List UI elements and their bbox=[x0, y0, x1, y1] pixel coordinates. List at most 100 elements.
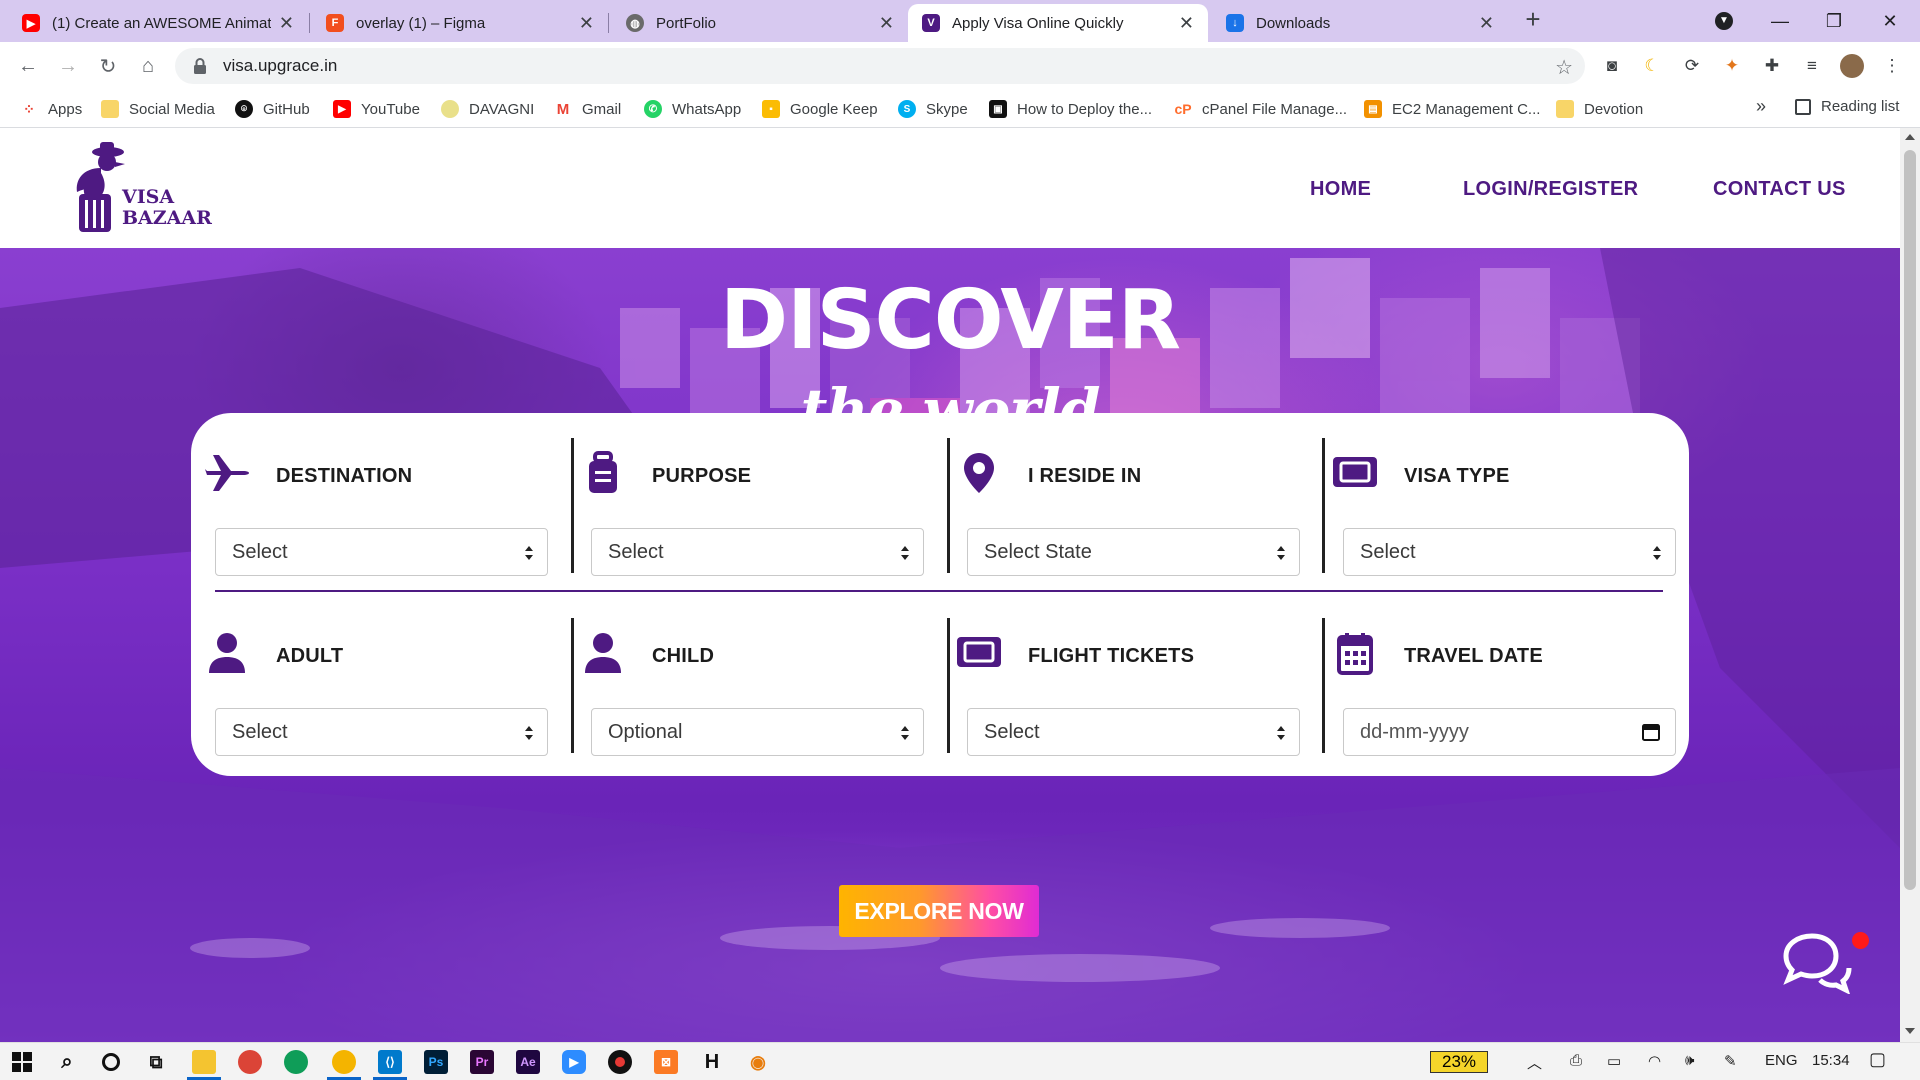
task-view-icon[interactable]: ⧉ bbox=[144, 1050, 168, 1074]
chrome-profile-icon[interactable] bbox=[238, 1050, 262, 1074]
bookmark-how-to-deploy[interactable]: ▣ How to Deploy the... bbox=[989, 98, 1152, 120]
photoshop-icon[interactable]: Ps bbox=[424, 1050, 448, 1074]
notification-center-icon[interactable]: ▢ bbox=[1869, 1049, 1886, 1070]
chrome-icon[interactable] bbox=[284, 1050, 308, 1074]
tab-search-button[interactable]: ▼ bbox=[1696, 0, 1752, 42]
back-button[interactable]: ← bbox=[12, 50, 44, 82]
forward-button[interactable]: → bbox=[52, 50, 84, 82]
bookmark-whatsapp[interactable]: ✆ WhatsApp bbox=[644, 98, 741, 120]
bookmark-social-media[interactable]: Social Media bbox=[101, 98, 215, 120]
bookmark-devotion[interactable]: Devotion bbox=[1556, 98, 1643, 120]
travel-date-input[interactable]: dd-mm-yyyy bbox=[1343, 708, 1676, 756]
bookmark-star-icon[interactable]: ☆ bbox=[1555, 55, 1573, 80]
child-select[interactable]: Optional bbox=[591, 708, 924, 756]
clock[interactable]: 15:34 bbox=[1812, 1052, 1850, 1069]
hero-title: DISCOVER bbox=[720, 273, 1181, 368]
bookmark-github[interactable]: ⌾ GitHub bbox=[235, 98, 310, 120]
close-icon[interactable]: ✕ bbox=[1179, 13, 1194, 34]
close-icon[interactable]: ✕ bbox=[579, 13, 594, 34]
tab-figma[interactable]: F overlay (1) – Figma ✕ bbox=[312, 4, 608, 42]
tab-visa-bazaar[interactable]: V Apply Visa Online Quickly ✕ bbox=[908, 4, 1208, 42]
metamask-extension-icon[interactable]: ✦ bbox=[1720, 54, 1744, 78]
h-app-icon[interactable]: H bbox=[700, 1050, 724, 1074]
tab-downloads[interactable]: ↓ Downloads ✕ bbox=[1212, 4, 1508, 42]
camera-extension-icon[interactable]: ◙ bbox=[1600, 54, 1624, 78]
purpose-label: PURPOSE bbox=[652, 465, 752, 487]
nav-contact-us[interactable]: CONTACT US bbox=[1713, 178, 1846, 201]
purpose-select[interactable]: Select bbox=[591, 528, 924, 576]
reload-button[interactable]: ↻ bbox=[92, 50, 124, 82]
vscode-icon[interactable]: ⟨⟩ bbox=[378, 1050, 402, 1074]
visa-type-select[interactable]: Select bbox=[1343, 528, 1676, 576]
blender-icon[interactable]: ◉ bbox=[746, 1050, 770, 1074]
tab-title: PortFolio bbox=[656, 14, 717, 32]
close-window-button[interactable]: ✕ bbox=[1862, 0, 1918, 42]
adult-select[interactable]: Select bbox=[215, 708, 548, 756]
pen-icon[interactable]: ✎ bbox=[1724, 1052, 1737, 1070]
folder-icon bbox=[101, 100, 119, 118]
select-value: Select bbox=[984, 720, 1040, 743]
nav-login-register[interactable]: LOGIN/REGISTER bbox=[1463, 178, 1638, 201]
calendar-picker-icon[interactable] bbox=[1641, 722, 1661, 742]
minimize-button[interactable]: — bbox=[1752, 0, 1808, 42]
lock-icon bbox=[194, 58, 206, 74]
sync-extension-icon[interactable]: ⟳ bbox=[1680, 54, 1704, 78]
davagni-icon bbox=[441, 100, 459, 118]
file-explorer-icon[interactable] bbox=[192, 1050, 216, 1074]
bookmark-cpanel[interactable]: cP cPanel File Manage... bbox=[1174, 98, 1347, 120]
restore-button[interactable]: ❐ bbox=[1806, 0, 1862, 42]
bookmark-davagni[interactable]: DAVAGNI bbox=[441, 98, 534, 120]
destination-select[interactable]: Select bbox=[215, 528, 548, 576]
bookmark-google-keep[interactable]: ▪ Google Keep bbox=[762, 98, 878, 120]
destination-label: DESTINATION bbox=[276, 465, 413, 487]
tray-app-icon[interactable]: ⎙ bbox=[1570, 1052, 1582, 1069]
download-icon: ↓ bbox=[1226, 14, 1244, 32]
tab-portfolio[interactable]: ◍ PortFolio ✕ bbox=[612, 4, 908, 42]
close-icon[interactable]: ✕ bbox=[879, 13, 894, 34]
bookmark-gmail[interactable]: M Gmail bbox=[554, 98, 621, 120]
after-effects-icon[interactable]: Ae bbox=[516, 1050, 540, 1074]
bookmark-youtube[interactable]: ▶ YouTube bbox=[333, 98, 420, 120]
figma-icon: F bbox=[326, 14, 344, 32]
new-tab-button[interactable]: + bbox=[1519, 6, 1547, 34]
battery-icon[interactable]: ▭ bbox=[1607, 1052, 1621, 1070]
reading-list-icon bbox=[1795, 98, 1811, 115]
premiere-icon[interactable]: Pr bbox=[470, 1050, 494, 1074]
dark-mode-extension-icon[interactable]: ☾ bbox=[1640, 54, 1664, 78]
date-placeholder: dd-mm-yyyy bbox=[1360, 720, 1469, 743]
show-hidden-icons-icon[interactable]: ︿ bbox=[1527, 1052, 1542, 1073]
explore-now-button[interactable]: EXPLORE NOW bbox=[839, 885, 1039, 937]
volume-icon[interactable]: 🕪 bbox=[1685, 1052, 1694, 1069]
reside-in-select[interactable]: Select State bbox=[967, 528, 1300, 576]
nav-home[interactable]: HOME bbox=[1310, 178, 1371, 201]
reading-list-button[interactable]: Reading list bbox=[1795, 98, 1899, 115]
wifi-icon[interactable]: ◠ bbox=[1648, 1052, 1661, 1070]
bookmarks-overflow-button[interactable]: » bbox=[1756, 96, 1766, 117]
chat-bubble-icon[interactable] bbox=[1780, 928, 1852, 994]
language-indicator[interactable]: ENG bbox=[1765, 1052, 1798, 1069]
xampp-icon[interactable]: ⊠ bbox=[654, 1050, 678, 1074]
bookmark-ec2[interactable]: ▤ EC2 Management C... bbox=[1364, 98, 1540, 120]
search-icon[interactable]: ⌕ bbox=[55, 1050, 79, 1074]
profile-avatar[interactable] bbox=[1840, 54, 1864, 78]
flight-tickets-select[interactable]: Select bbox=[967, 708, 1300, 756]
menu-kebab-icon[interactable]: ⋮ bbox=[1880, 54, 1904, 78]
bookmark-apps[interactable]: ⁘ Apps bbox=[20, 98, 82, 120]
page-scrollbar[interactable] bbox=[1900, 128, 1920, 1042]
bookmark-skype[interactable]: S Skype bbox=[898, 98, 968, 120]
cortana-icon[interactable] bbox=[99, 1050, 123, 1074]
home-button[interactable]: ⌂ bbox=[132, 50, 164, 82]
zoom-icon[interactable]: ▶ bbox=[562, 1050, 586, 1074]
media-control-icon[interactable]: ≡ bbox=[1800, 54, 1824, 78]
extensions-puzzle-icon[interactable]: ✚ bbox=[1760, 54, 1784, 78]
chrome-active-icon[interactable] bbox=[332, 1050, 356, 1074]
windows-start-icon[interactable] bbox=[12, 1052, 32, 1072]
address-bar[interactable]: visa.upgrace.in ☆ bbox=[175, 48, 1585, 84]
visa-bazaar-icon: V bbox=[922, 14, 940, 32]
recorder-icon[interactable] bbox=[608, 1050, 632, 1074]
close-icon[interactable]: ✕ bbox=[1479, 13, 1494, 34]
close-icon[interactable]: ✕ bbox=[279, 13, 294, 34]
bookmark-label: cPanel File Manage... bbox=[1202, 100, 1348, 118]
tab-youtube[interactable]: ▶ (1) Create an AWESOME Animate ✕ bbox=[8, 4, 308, 42]
folder-icon bbox=[1556, 100, 1574, 118]
